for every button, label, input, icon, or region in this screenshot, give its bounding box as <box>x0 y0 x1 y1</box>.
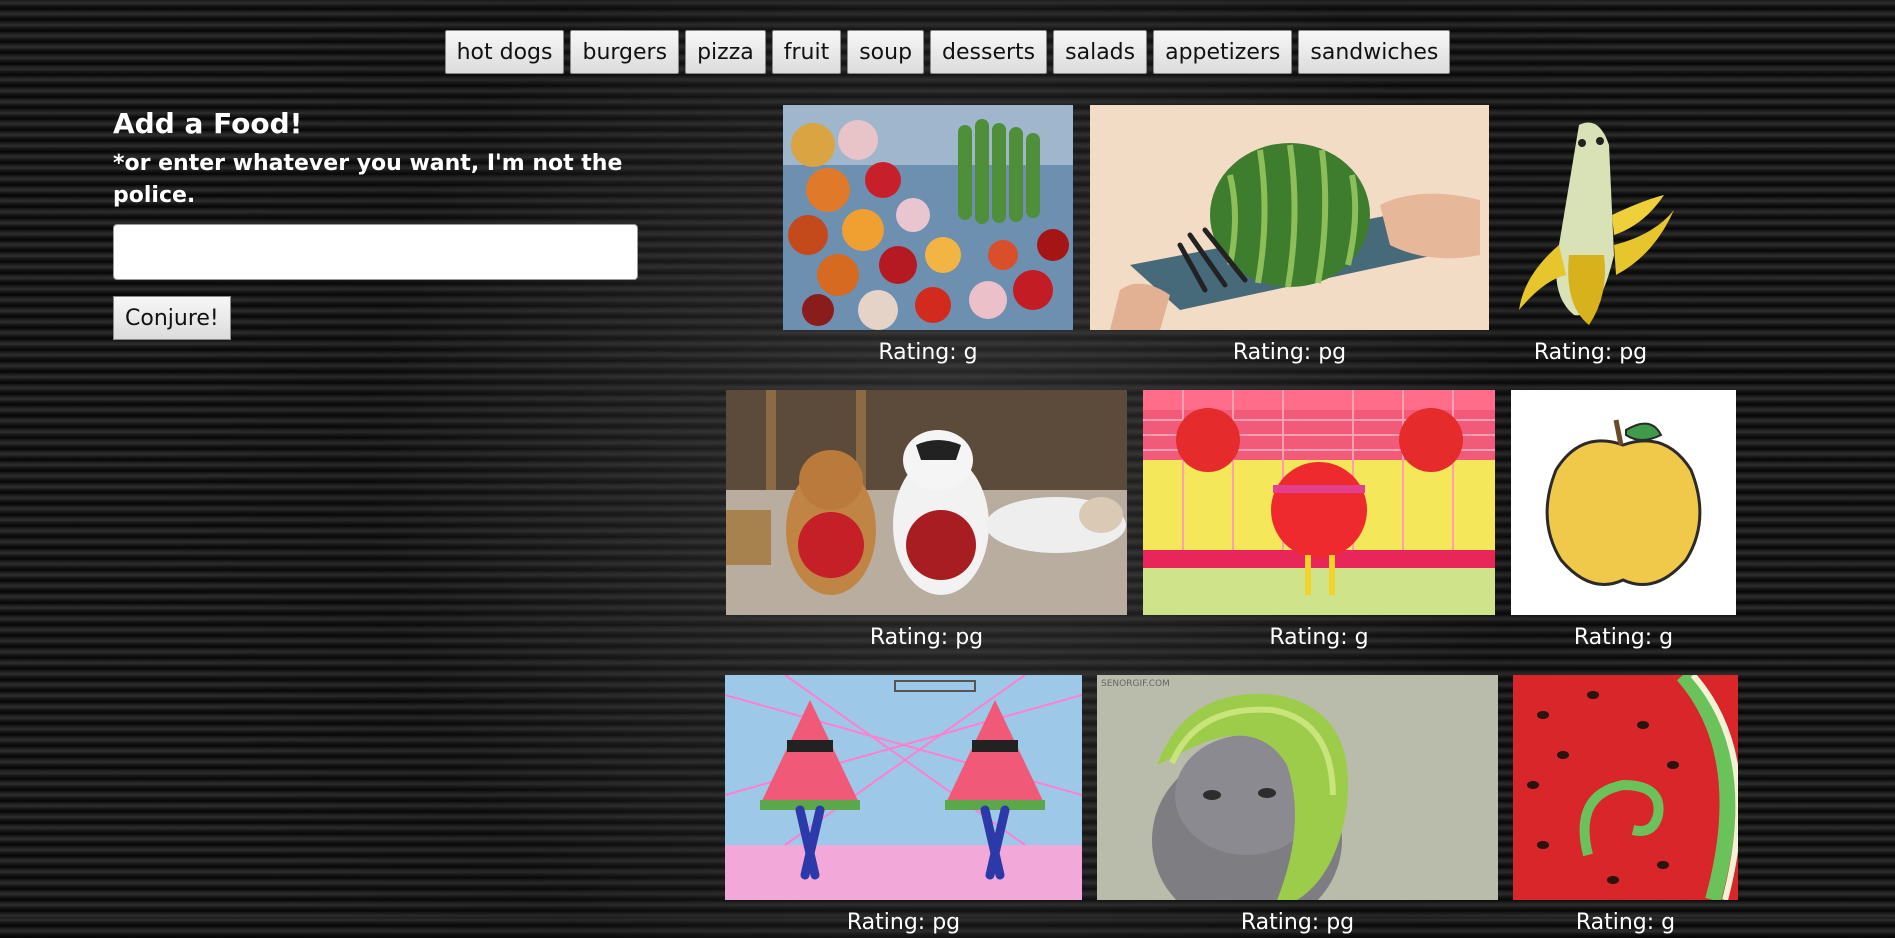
gif-card: Rating: g <box>1511 390 1736 653</box>
category-button-sandwiches[interactable]: sandwiches <box>1298 30 1451 74</box>
food-input[interactable] <box>113 224 638 280</box>
category-button-fruit[interactable]: fruit <box>771 30 842 74</box>
rating-label: Rating: pg <box>846 910 961 935</box>
category-button-desserts[interactable]: desserts <box>930 30 1048 74</box>
rating-label: Rating: pg <box>869 625 984 650</box>
rating-label: Rating: g <box>1573 625 1674 650</box>
category-button-soup[interactable]: soup <box>847 30 925 74</box>
rating-label: Rating: g <box>1269 625 1369 650</box>
gif-image-watermelon-closeup[interactable] <box>1513 675 1738 900</box>
rating-label: Rating: g <box>878 340 978 365</box>
category-button-pizza[interactable]: pizza <box>685 30 766 74</box>
category-nav: hot dogs burgers pizza fruit soup desserts sal… <box>0 30 1895 74</box>
category-button-salads[interactable]: salads <box>1053 30 1148 74</box>
gif-image-dancing-watermelons[interactable] <box>725 675 1082 900</box>
gif-image-hanging-fruit[interactable] <box>783 105 1073 330</box>
gif-card: Rating: g <box>1513 675 1738 938</box>
gif-card: SENORGIF.COM Rating: pg <box>1097 675 1498 938</box>
gif-image-yellow-apple[interactable] <box>1511 390 1736 615</box>
gif-image-watermelon-tray[interactable] <box>1090 105 1489 330</box>
add-food-form: Add a Food! *or enter whatever you want,… <box>113 104 643 340</box>
gif-card: Rating: pg <box>726 390 1127 653</box>
category-button-appetizers[interactable]: appetizers <box>1153 30 1293 74</box>
gif-image-cats-apples[interactable] <box>726 390 1127 615</box>
gif-card: Rating: g <box>783 105 1073 368</box>
category-button-burgers[interactable]: burgers <box>570 30 680 74</box>
gif-image-banana-character[interactable] <box>1504 105 1677 330</box>
svg-text:SENORGIF.COM: SENORGIF.COM <box>1101 679 1170 689</box>
category-button-hot-dogs[interactable]: hot dogs <box>444 30 565 74</box>
gif-image-dancing-apples[interactable] <box>1143 390 1495 615</box>
gif-card: Rating: pg <box>1504 105 1677 368</box>
rating-label: Rating: g <box>1575 910 1676 935</box>
rating-label: Rating: pg <box>1533 340 1648 365</box>
rating-label: Rating: pg <box>1232 340 1347 365</box>
gif-card: Rating: g <box>1143 390 1495 653</box>
gif-image-cat-lime-helmet[interactable]: SENORGIF.COM <box>1097 675 1498 900</box>
form-note: *or enter whatever you want, I'm not the… <box>113 151 623 208</box>
rating-label: Rating: pg <box>1240 910 1355 935</box>
gif-card: Rating: pg <box>725 675 1082 938</box>
form-title: Add a Food! <box>113 107 303 140</box>
conjure-button[interactable]: Conjure! <box>113 296 231 340</box>
gif-card: Rating: pg <box>1090 105 1489 368</box>
